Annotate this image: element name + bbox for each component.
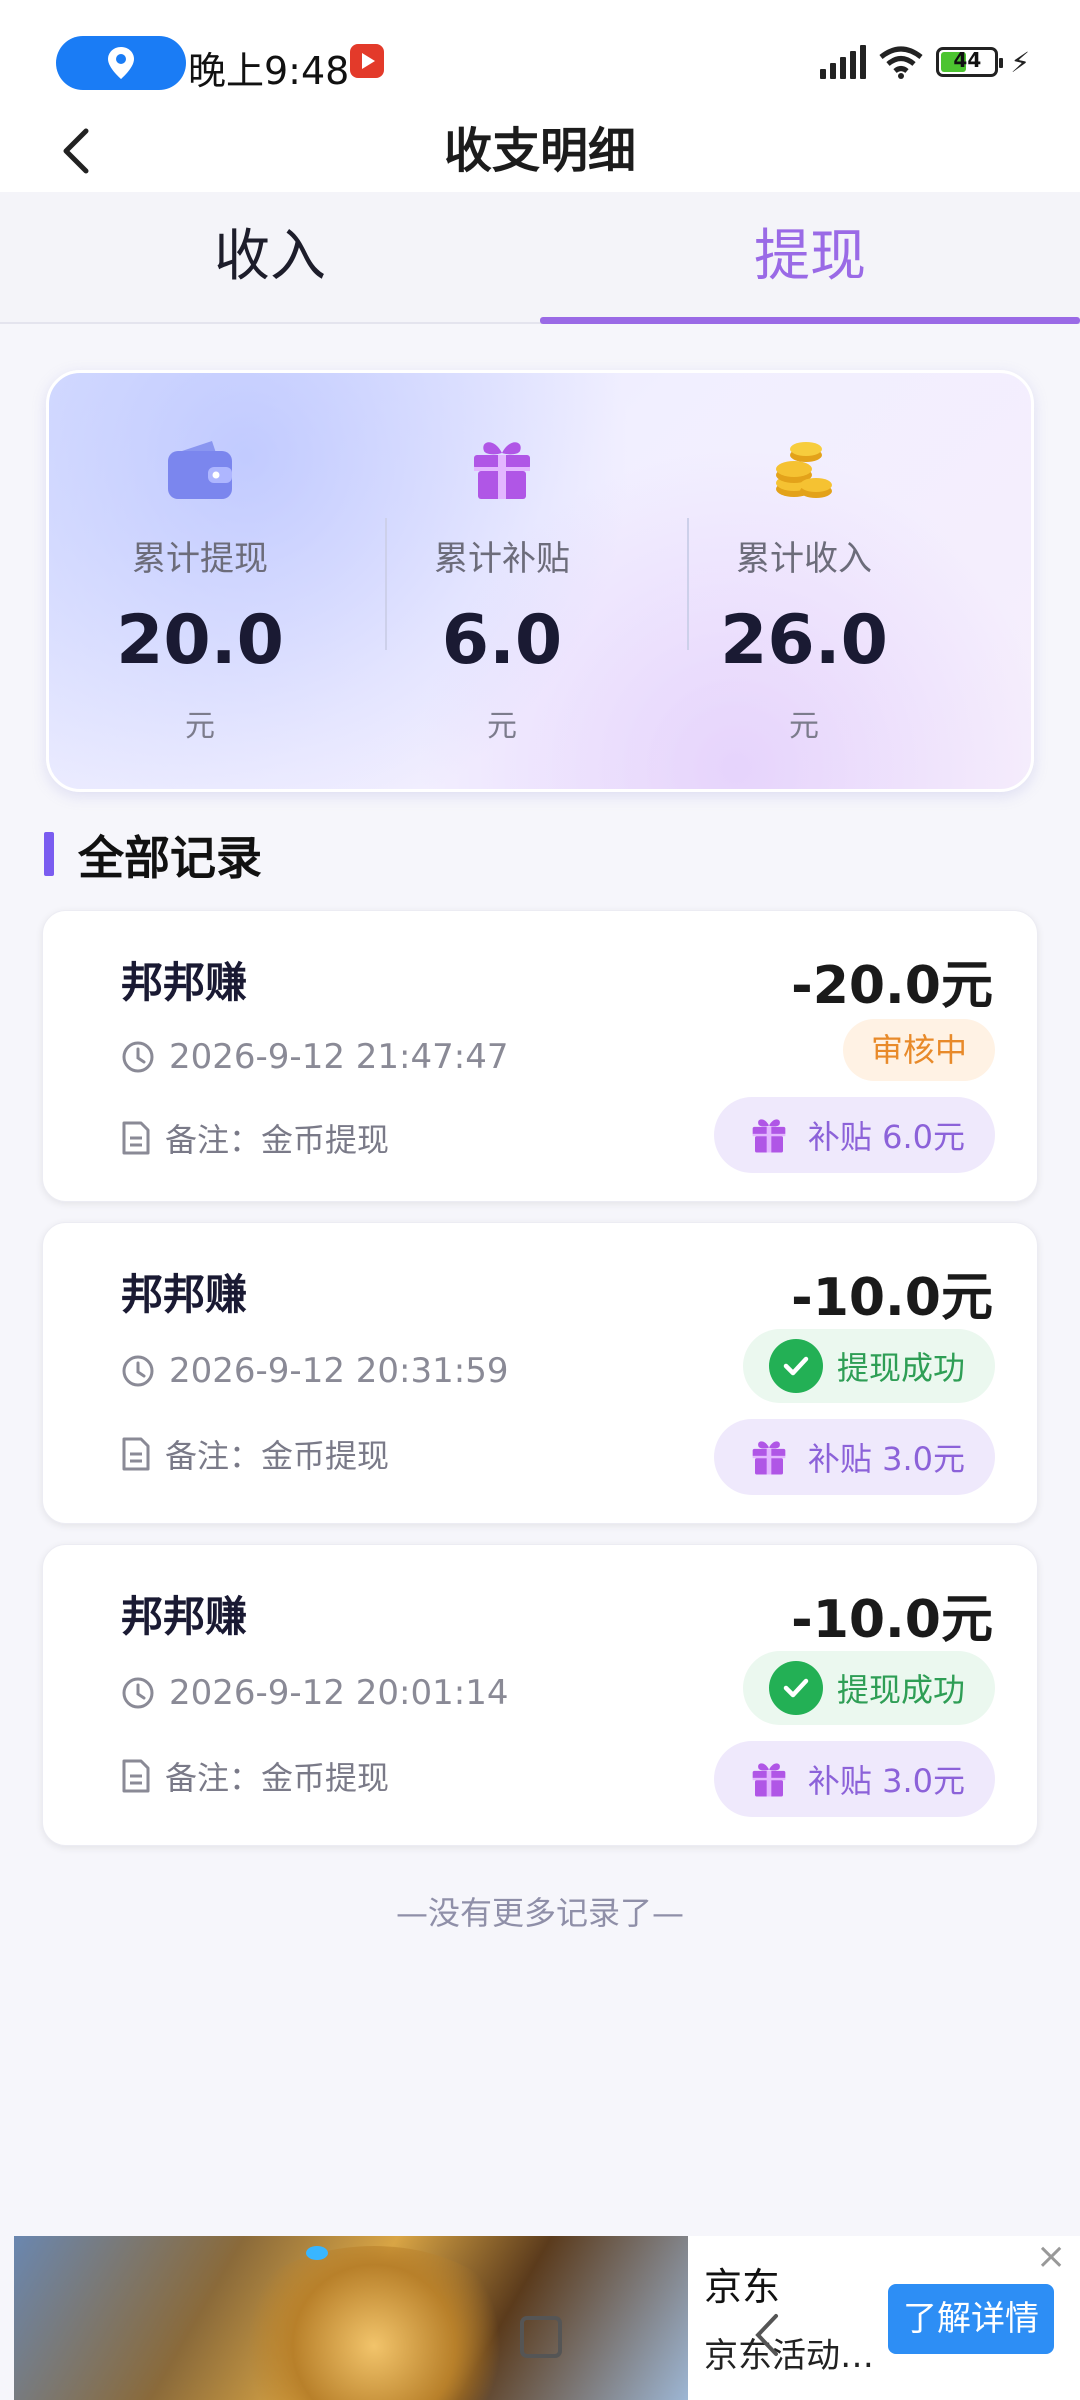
video-app-icon bbox=[350, 44, 384, 78]
status-bar: 晚上9:48 44 ⚡ bbox=[0, 0, 1080, 110]
charging-icon: ⚡ bbox=[1010, 45, 1030, 79]
ad-close-icon[interactable]: × bbox=[1036, 2236, 1066, 2277]
stat-unit: 元 bbox=[789, 709, 819, 744]
record-time: 2026-9-12 21:47:47 bbox=[169, 1037, 509, 1077]
record-note: 备注：金币提现 bbox=[165, 1121, 390, 1159]
gift-icon bbox=[752, 1119, 786, 1153]
battery-icon: 44 bbox=[936, 47, 1004, 77]
tab-income[interactable]: 收入 bbox=[0, 192, 540, 322]
stat-total-subsidy: 累计补贴 6.0 元 bbox=[351, 373, 653, 789]
section-accent-bar bbox=[44, 832, 54, 876]
document-icon bbox=[122, 1121, 150, 1155]
stat-label: 累计提现 bbox=[132, 539, 268, 579]
clock-icon bbox=[122, 1677, 154, 1709]
location-pill[interactable] bbox=[56, 36, 186, 90]
record-time-row: 2026-9-12 20:31:59 bbox=[121, 1351, 508, 1391]
record-card[interactable]: 邦邦赚 -10.0元 2026-9-12 20:31:59 备注：金币提现 提现… bbox=[42, 1222, 1038, 1524]
document-icon bbox=[122, 1437, 150, 1471]
coins-icon bbox=[776, 442, 832, 498]
nav-home-icon[interactable] bbox=[520, 2316, 562, 2358]
summary-card: 累计提现 20.0 元 累计补贴 6.0 元 累计收入 26.0 元 bbox=[46, 370, 1034, 792]
record-note: 备注：金币提现 bbox=[165, 1437, 390, 1475]
ad-art-wing bbox=[224, 2246, 524, 2400]
battery-level: 44 bbox=[953, 48, 982, 72]
check-circle-icon bbox=[768, 1661, 823, 1715]
stat-total-withdraw: 累计提现 20.0 元 bbox=[49, 373, 351, 789]
gift-icon bbox=[752, 1441, 786, 1475]
record-name: 邦邦赚 bbox=[121, 958, 248, 1007]
subsidy-badge: 补贴 6.0元 bbox=[713, 1097, 995, 1173]
record-note-row: 备注：金币提现 bbox=[121, 1115, 389, 1161]
clock-icon bbox=[122, 1041, 154, 1073]
subsidy-text: 补贴 3.0元 bbox=[807, 1762, 965, 1800]
subsidy-badge: 补贴 3.0元 bbox=[713, 1741, 995, 1817]
gift-icon bbox=[752, 1763, 786, 1797]
record-note-row: 备注：金币提现 bbox=[121, 1431, 389, 1477]
document-icon bbox=[122, 1759, 150, 1793]
stat-value: 26.0 bbox=[720, 601, 888, 680]
stat-unit: 元 bbox=[487, 709, 517, 744]
record-time-row: 2026-9-12 20:01:14 bbox=[121, 1673, 508, 1713]
record-note: 备注：金币提现 bbox=[165, 1759, 390, 1797]
record-amount: -10.0元 bbox=[791, 1590, 993, 1650]
record-card[interactable]: 邦邦赚 -10.0元 2026-9-12 20:01:14 备注：金币提现 提现… bbox=[42, 1544, 1038, 1846]
stat-unit: 元 bbox=[185, 709, 215, 744]
subsidy-text: 补贴 6.0元 bbox=[807, 1118, 965, 1156]
ad-brand: 京东 bbox=[704, 2265, 781, 2309]
status-time: 晚上9:48 bbox=[188, 49, 350, 93]
stat-value: 20.0 bbox=[116, 601, 284, 680]
no-more-records: —没有更多记录了— bbox=[395, 1894, 684, 1932]
record-note-row: 备注：金币提现 bbox=[121, 1753, 389, 1799]
record-amount: -10.0元 bbox=[791, 1268, 993, 1328]
wallet-icon bbox=[168, 441, 232, 499]
page-title: 收支明细 bbox=[443, 123, 636, 179]
wifi-icon bbox=[879, 46, 923, 79]
stat-total-income: 累计收入 26.0 元 bbox=[653, 373, 955, 789]
status-text: 提现成功 bbox=[836, 1671, 965, 1709]
status-badge: 提现成功 bbox=[742, 1329, 995, 1403]
check-circle-icon bbox=[768, 1339, 823, 1393]
tab-withdraw[interactable]: 提现 bbox=[540, 192, 1080, 322]
record-time: 2026-9-12 20:01:14 bbox=[169, 1673, 509, 1713]
record-name: 邦邦赚 bbox=[121, 1270, 248, 1319]
stat-label: 累计补贴 bbox=[434, 539, 570, 579]
record-name: 邦邦赚 bbox=[121, 1592, 248, 1641]
ad-art-eye bbox=[306, 2246, 328, 2260]
stat-label: 累计收入 bbox=[736, 539, 872, 579]
active-tab-indicator bbox=[540, 317, 1080, 324]
gift-icon bbox=[474, 442, 530, 499]
status-text: 提现成功 bbox=[836, 1349, 965, 1387]
system-icons: 44 ⚡ bbox=[820, 42, 1030, 82]
record-card[interactable]: 邦邦赚 -20.0元 2026-9-12 21:47:47 备注：金币提现 审核… bbox=[42, 910, 1038, 1202]
ad-image[interactable] bbox=[14, 2236, 688, 2400]
location-pin-icon bbox=[108, 47, 134, 79]
record-amount: -20.0元 bbox=[791, 956, 993, 1016]
record-time: 2026-9-12 20:31:59 bbox=[169, 1351, 509, 1391]
tab-bar: 收入 提现 bbox=[0, 192, 1080, 324]
record-time-row: 2026-9-12 21:47:47 bbox=[121, 1037, 508, 1077]
clock-icon bbox=[122, 1355, 154, 1387]
nav-back-icon[interactable] bbox=[752, 2310, 782, 2360]
status-badge: 提现成功 bbox=[742, 1651, 995, 1725]
section-title: 全部记录 bbox=[78, 831, 262, 885]
cellular-signal-icon bbox=[820, 45, 867, 79]
ad-cta-button[interactable]: 了解详情 bbox=[888, 2284, 1054, 2354]
subsidy-badge: 补贴 3.0元 bbox=[713, 1419, 995, 1495]
ad-description: 京东活动… bbox=[704, 2336, 874, 2376]
header: 收支明细 bbox=[0, 110, 1080, 192]
subsidy-text: 补贴 3.0元 bbox=[807, 1440, 965, 1478]
stat-value: 6.0 bbox=[441, 601, 563, 680]
status-badge: 审核中 bbox=[842, 1019, 995, 1081]
